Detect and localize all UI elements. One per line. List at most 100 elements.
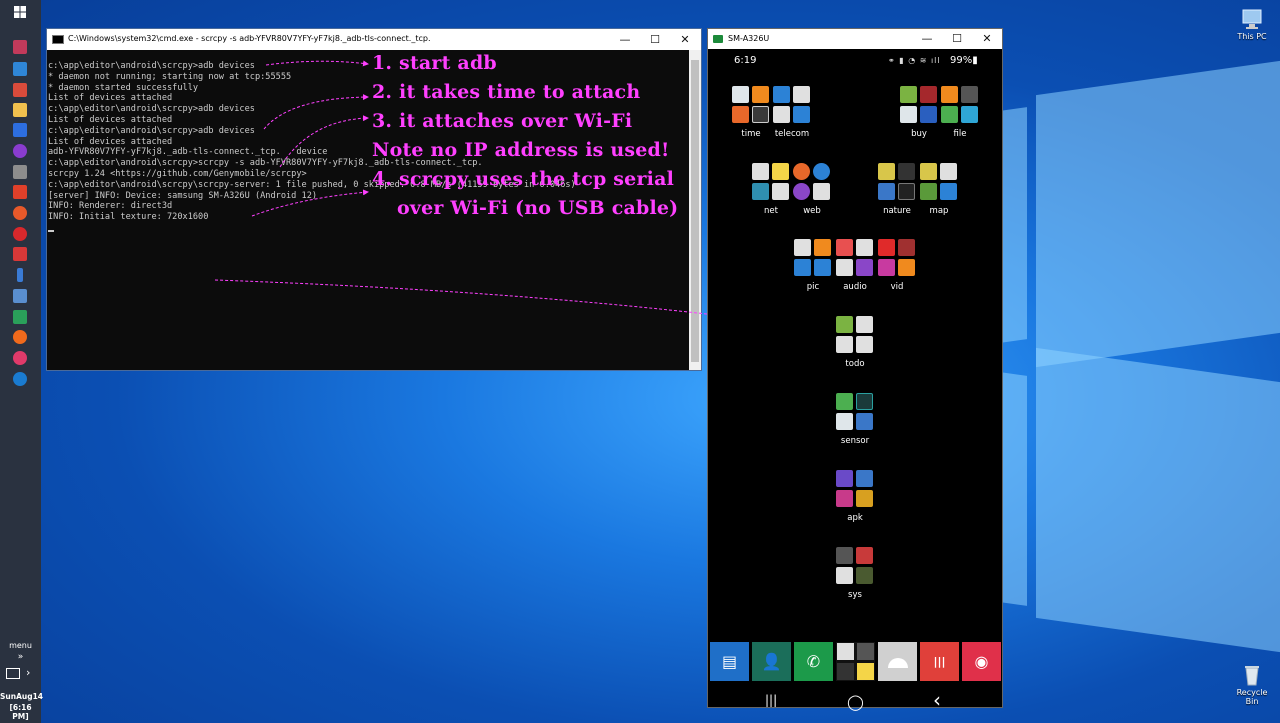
folder-file[interactable]: file — [935, 86, 985, 139]
contacts-app-icon[interactable]: 👤 — [752, 642, 791, 681]
folder-icon — [878, 163, 916, 201]
folder-icon — [773, 86, 811, 124]
folder-apk[interactable]: apk — [830, 470, 880, 523]
file-explorer-icon[interactable] — [13, 103, 27, 117]
folder-icon — [941, 86, 979, 124]
folder-map[interactable]: map — [914, 163, 964, 216]
android-app-icon[interactable] — [878, 642, 917, 681]
this-pc-desktop-icon[interactable]: This PC — [1230, 8, 1274, 41]
folder-label: vid — [890, 282, 904, 292]
browser-icon[interactable] — [13, 206, 27, 220]
this-pc-label: This PC — [1237, 32, 1267, 41]
wallpaper-logo-pane — [1036, 347, 1280, 653]
voice-recorder-icon[interactable]: ||| — [920, 642, 959, 681]
phone-titlebar[interactable]: SM-A326U — ☐ ✕ — [708, 29, 1002, 49]
start-windows-icon[interactable] — [13, 5, 27, 19]
monitor-icon[interactable] — [13, 289, 27, 303]
folder-label: todo — [845, 359, 865, 369]
taskbar-date[interactable]: SunAug14 — [0, 692, 43, 701]
console-line: c:\app\editor\android\scrcpy>adb devices — [48, 61, 255, 71]
phone-status-icons: ⚭ ▮ ◔ ≋ ıll — [888, 56, 941, 65]
media-icon[interactable] — [13, 144, 27, 158]
folder-icon — [836, 239, 874, 277]
folder-icon — [752, 163, 790, 201]
recents-button[interactable]: ||| — [765, 693, 777, 707]
folder-icon — [794, 239, 832, 277]
folder-icon — [920, 163, 958, 201]
folder-vid[interactable]: vid — [872, 239, 922, 292]
store-icon[interactable] — [13, 123, 27, 137]
scrcpy-phone-window[interactable]: SM-A326U — ☐ ✕ 6:19 ⚭ ▮ ◔ ≋ ıll 99%▮ tim… — [707, 28, 1003, 712]
phone-window-title: SM-A326U — [728, 34, 770, 43]
recycle-bin-desktop-icon[interactable]: Recycle Bin — [1230, 664, 1274, 706]
back-button[interactable]: ‹ — [933, 688, 941, 712]
phone-battery: 99%▮ — [950, 55, 978, 66]
android-icon[interactable] — [13, 310, 27, 324]
tools-folder-icon[interactable] — [836, 642, 875, 681]
cmd-app-icon — [52, 35, 64, 44]
annotation-no-ip: Note no IP address is used! — [372, 139, 670, 161]
camera-app-icon[interactable]: ◉ — [962, 642, 1001, 681]
folder-label: sys — [848, 590, 862, 600]
mail-icon[interactable] — [13, 62, 27, 76]
phone-screen[interactable]: 6:19 ⚭ ▮ ◔ ≋ ıll 99%▮ time telecom buy f… — [708, 49, 1002, 712]
usb-icon[interactable] — [17, 268, 23, 282]
menu-label[interactable]: menu — [0, 641, 41, 650]
folder-web[interactable]: web — [787, 163, 837, 216]
folder-todo[interactable]: todo — [830, 316, 880, 369]
phone-dock: ▤ 👤 ✆ ||| ◉ — [710, 642, 1002, 682]
folder-icon — [900, 86, 938, 124]
folder-telecom[interactable]: telecom — [767, 86, 817, 139]
presentation-icon[interactable] — [13, 247, 27, 261]
menu-chevron-icon[interactable]: » — [0, 652, 41, 662]
photos-icon[interactable] — [13, 185, 27, 199]
folder-label: file — [953, 129, 967, 139]
cmd-close-button[interactable]: ✕ — [670, 31, 700, 48]
folder-label: telecom — [774, 129, 810, 139]
tray-expand-icon[interactable]: › — [26, 666, 30, 679]
scrcpy-app-icon — [713, 35, 723, 43]
folder-sensor[interactable]: sensor — [830, 393, 880, 446]
calendar-icon[interactable] — [13, 83, 27, 97]
cmd-minimize-button[interactable]: — — [610, 31, 640, 48]
network-tray-icon[interactable] — [6, 668, 20, 679]
folder-icon — [793, 163, 831, 201]
folder-sys[interactable]: sys — [830, 547, 880, 600]
annotation-scrcpy-tcp: 4. scrcpy uses the tcp serial — [372, 168, 675, 190]
annotation-attaches-wifi: 3. it attaches over Wi-Fi — [372, 110, 633, 132]
phone-status-time: 6:19 — [734, 55, 757, 66]
recycle-bin-icon — [1240, 664, 1264, 686]
recycle-bin-label: Recycle Bin — [1236, 688, 1268, 706]
folder-icon — [878, 239, 916, 277]
app-launcher-icon[interactable] — [13, 40, 27, 54]
document-icon[interactable] — [13, 165, 27, 179]
messages-app-icon[interactable]: ▤ — [710, 642, 749, 681]
home-button[interactable]: ◯ — [847, 693, 864, 711]
annotation-no-usb: over Wi-Fi (no USB cable) — [397, 197, 679, 219]
chrome-icon[interactable] — [13, 351, 27, 365]
cmd-window-title: C:\Windows\system32\cmd.exe - scrcpy -s … — [68, 34, 431, 43]
folder-icon — [836, 316, 874, 354]
annotation-takes-time: 2. it takes time to attach — [372, 81, 641, 103]
taskbar-clock[interactable]: [6:16 PM] — [0, 703, 41, 721]
folder-icon — [836, 470, 874, 508]
cmd-maximize-button[interactable]: ☐ — [640, 31, 670, 48]
phone-minimize-button[interactable]: — — [912, 30, 942, 47]
cmd-scrollbar-thumb[interactable] — [691, 60, 699, 362]
cmd-titlebar[interactable]: C:\Windows\system32\cmd.exe - scrcpy -s … — [47, 29, 701, 50]
phone-app-icon[interactable]: ✆ — [794, 642, 833, 681]
wallpaper-logo-pane — [1036, 60, 1280, 368]
console-cursor — [48, 229, 54, 232]
phone-close-button[interactable]: ✕ — [972, 30, 1002, 47]
folder-label: web — [803, 206, 821, 216]
computer-icon — [1240, 8, 1264, 30]
firefox-icon[interactable] — [13, 330, 27, 344]
folder-icon — [732, 86, 770, 124]
opera-icon[interactable] — [13, 227, 27, 241]
edge-icon[interactable] — [13, 372, 27, 386]
annotation-start-adb: 1. start adb — [372, 52, 497, 74]
folder-label: map — [929, 206, 949, 216]
folder-label: apk — [847, 513, 863, 523]
phone-maximize-button[interactable]: ☐ — [942, 30, 972, 47]
cmd-scrollbar[interactable] — [689, 50, 701, 370]
